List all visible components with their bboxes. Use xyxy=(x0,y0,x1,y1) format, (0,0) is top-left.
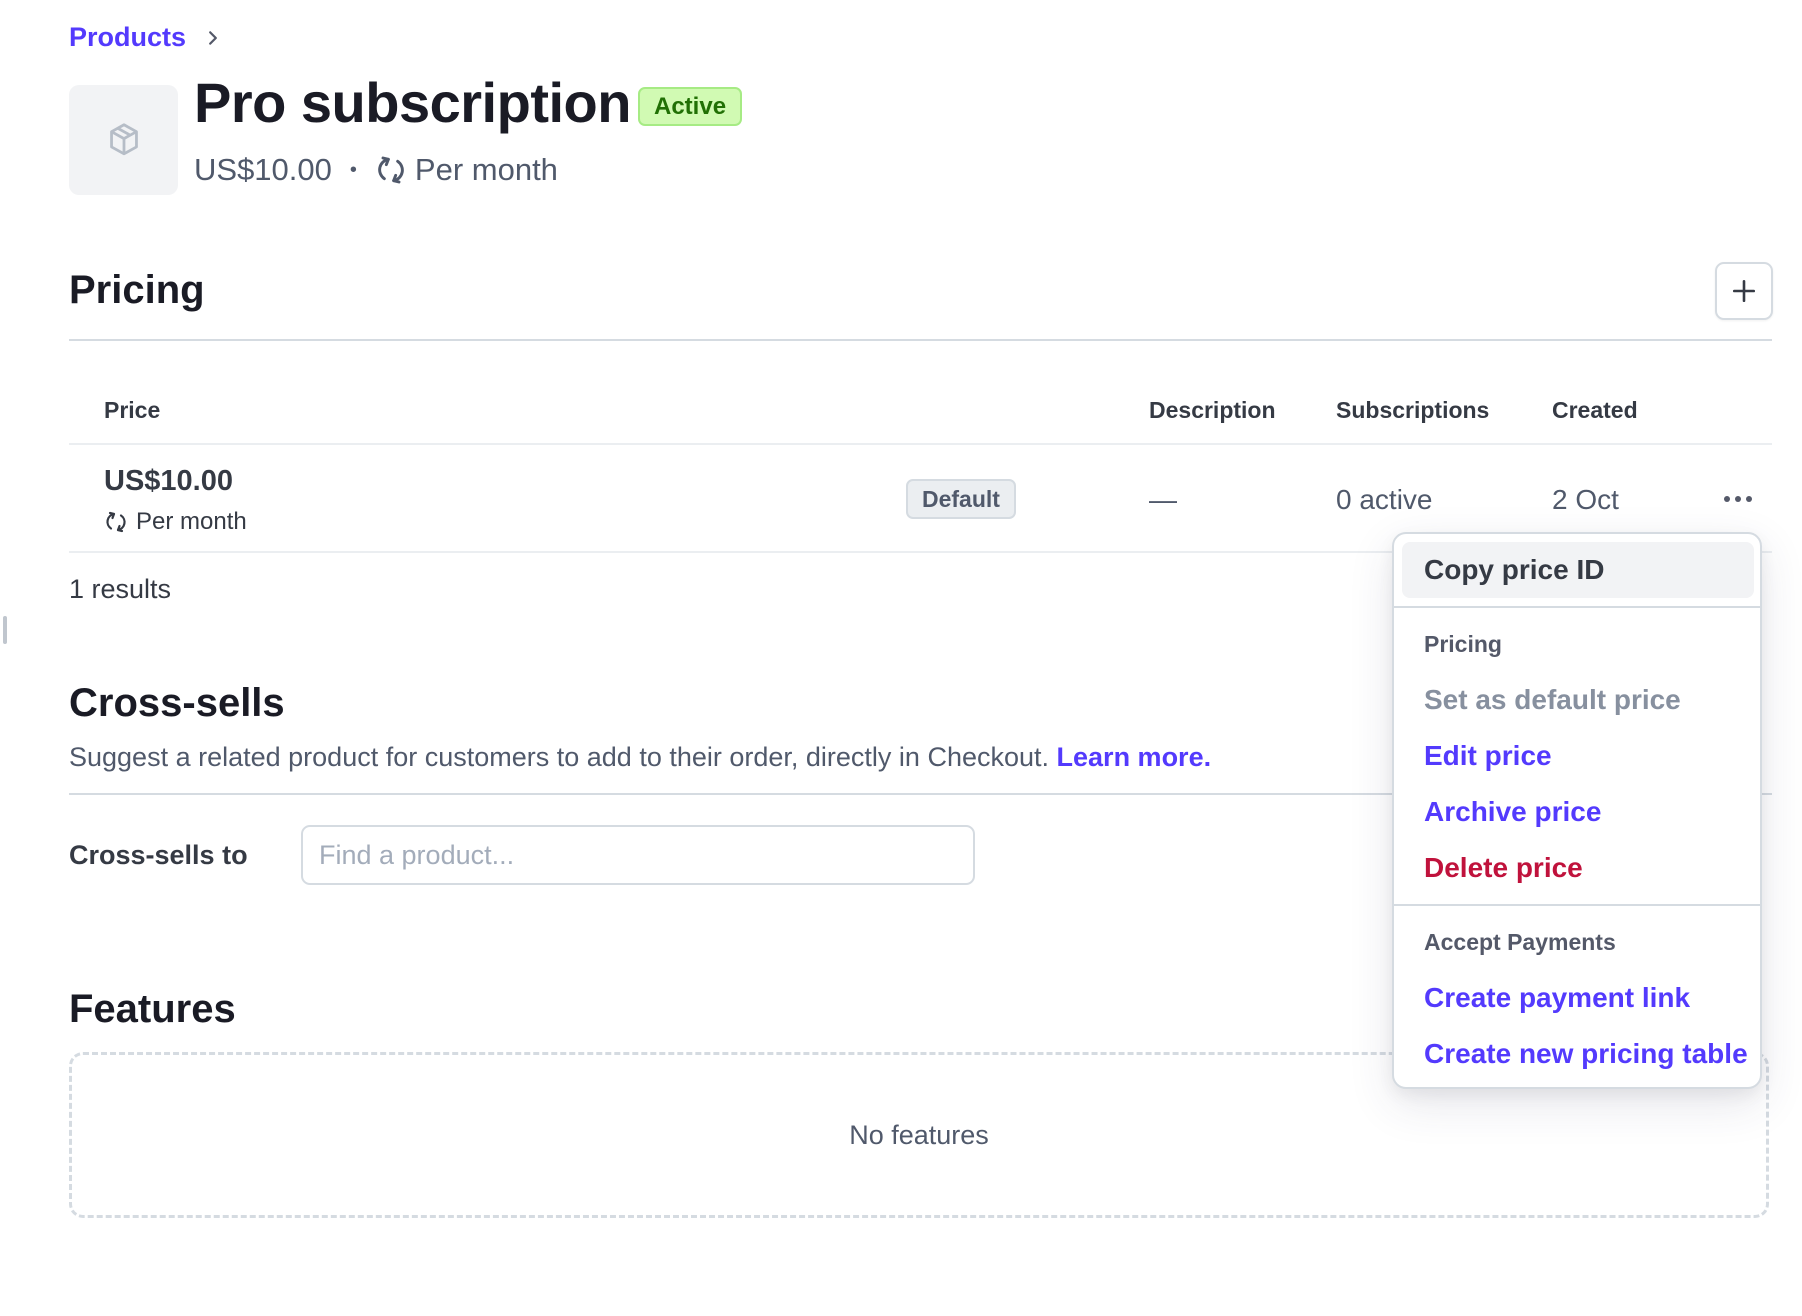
status-badge: Active xyxy=(638,87,743,126)
recurring-icon xyxy=(378,156,404,184)
row-created: 2 Oct xyxy=(1552,484,1619,515)
product-image-placeholder xyxy=(69,85,178,195)
cross-sells-description-text: Suggest a related product for customers … xyxy=(69,742,1050,772)
menu-item-create-payment-link[interactable]: Create payment link xyxy=(1424,982,1690,1014)
product-summary: US$10.00 • Per month xyxy=(194,152,558,188)
table-header-divider xyxy=(69,443,1772,445)
column-header-created: Created xyxy=(1552,397,1638,423)
no-features-text: No features xyxy=(849,1119,989,1150)
menu-item-create-pricing-table[interactable]: Create new pricing table xyxy=(1424,1038,1748,1070)
recurring-icon xyxy=(106,511,126,533)
resize-handle[interactable] xyxy=(3,616,7,644)
learn-more-link[interactable]: Learn more. xyxy=(1057,742,1212,772)
menu-group-pricing: Pricing xyxy=(1424,631,1502,657)
box-icon xyxy=(109,123,138,156)
cross-sells-description: Suggest a related product for customers … xyxy=(69,742,1211,773)
breadcrumb-products-link[interactable]: Products xyxy=(69,22,186,53)
ellipsis-icon-dot xyxy=(1724,496,1730,502)
results-count: 1 results xyxy=(69,574,172,604)
column-header-description: Description xyxy=(1149,397,1276,423)
row-subscriptions: 0 active xyxy=(1336,484,1433,515)
find-product-input[interactable] xyxy=(301,825,975,885)
add-price-button[interactable] xyxy=(1715,262,1773,320)
menu-separator xyxy=(1394,904,1760,906)
price-actions-menu: Copy price ID Pricing Set as default pri… xyxy=(1392,532,1762,1089)
menu-separator xyxy=(1394,606,1760,608)
row-interval-label: Per month xyxy=(136,508,247,535)
menu-group-accept-payments: Accept Payments xyxy=(1424,929,1616,955)
pricing-heading: Pricing xyxy=(69,268,205,312)
row-interval: Per month xyxy=(104,508,247,536)
row-price: US$10.00 xyxy=(104,465,233,497)
ellipsis-icon-dot xyxy=(1735,496,1741,502)
row-more-actions-button[interactable] xyxy=(1718,484,1758,514)
cross-sells-to-label: Cross-sells to xyxy=(69,840,248,870)
menu-item-archive-price[interactable]: Archive price xyxy=(1424,796,1601,828)
menu-item-set-default-price: Set as default price xyxy=(1424,684,1681,715)
chevron-right-icon xyxy=(209,30,217,45)
product-price: US$10.00 xyxy=(194,152,332,187)
plus-icon xyxy=(1732,279,1756,303)
ellipsis-icon-dot xyxy=(1746,496,1752,502)
pricing-divider xyxy=(69,339,1772,341)
row-description: — xyxy=(1149,484,1177,515)
product-interval: Per month xyxy=(414,152,558,187)
cross-sells-heading: Cross-sells xyxy=(69,681,285,725)
menu-item-edit-price[interactable]: Edit price xyxy=(1424,740,1552,772)
menu-item-copy-price-id[interactable]: Copy price ID xyxy=(1424,554,1604,586)
features-heading: Features xyxy=(69,987,236,1031)
column-header-subscriptions: Subscriptions xyxy=(1336,397,1490,423)
menu-item-delete-price[interactable]: Delete price xyxy=(1424,852,1583,884)
page-title: Pro subscription xyxy=(194,71,631,134)
separator-dot: • xyxy=(349,158,357,181)
column-header-price: Price xyxy=(104,397,161,423)
breadcrumb: Products xyxy=(69,22,222,53)
default-badge: Default xyxy=(906,479,1016,519)
